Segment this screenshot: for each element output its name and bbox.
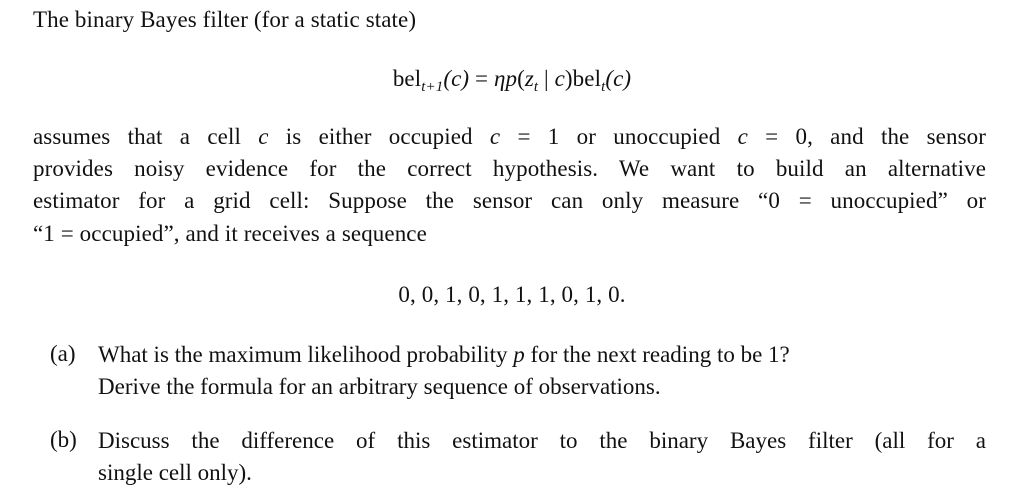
eq-c: c xyxy=(554,66,565,91)
paragraph-line-3: estimator for a grid cell: Suppose the s… xyxy=(33,188,986,213)
paragraph-text: = 0, and the sensor xyxy=(747,124,986,149)
question-a-line-1: What is the maximum likelihood probabili… xyxy=(98,339,986,371)
paragraph-text: assumes that a cell xyxy=(33,124,259,149)
paragraph-line-1: assumes that a cell c is either occupied… xyxy=(33,122,986,152)
eq-bel-lhs: bel xyxy=(392,66,422,91)
question-a-label: (a) xyxy=(50,341,76,366)
eq-bel-lhs-arg: (c) xyxy=(443,66,470,91)
eq-eta: η xyxy=(493,66,506,91)
eq-bel-rhs-arg: (c) xyxy=(605,66,632,91)
eq-open-paren: ( xyxy=(517,66,525,91)
question-text: What is the maximum likelihood probabili… xyxy=(98,342,514,367)
question-a-body: What is the maximum likelihood probabili… xyxy=(98,339,986,403)
paragraph-line-4: “1 = occupied”, and it receives a sequen… xyxy=(33,221,427,246)
question-b-line-2: single cell only). xyxy=(98,460,252,485)
var-c: c xyxy=(737,124,748,149)
eq-bel-lhs-subscript: t+1 xyxy=(421,79,444,95)
eq-given: | xyxy=(538,66,555,91)
eq-p: p xyxy=(505,66,518,91)
observation-sequence: 0, 0, 1, 0, 1, 1, 1, 0, 1, 0. xyxy=(398,282,626,307)
question-a-line-2: Derive the formula for an arbitrary sequ… xyxy=(98,374,661,399)
question-b-body: Discuss the difference of this estimator… xyxy=(98,425,986,489)
paragraph-text: = 1 or unoccupied xyxy=(500,124,738,149)
var-p: p xyxy=(513,342,525,367)
eq-close-paren: ) xyxy=(564,66,573,91)
question-text: for the next reading to be 1? xyxy=(524,342,790,367)
var-c: c xyxy=(489,124,501,149)
paragraph-line-2: provides noisy evidence for the correct … xyxy=(33,156,986,181)
question-b-line-1: Discuss the difference of this estimator… xyxy=(98,428,986,453)
paragraph-text: is either occupied xyxy=(268,124,490,149)
eq-bel-rhs: bel xyxy=(572,66,602,91)
intro-heading: The binary Bayes filter (for a static st… xyxy=(33,7,417,32)
eq-z: z xyxy=(524,66,534,91)
eq-equals: = xyxy=(469,66,494,91)
bayes-filter-equation: belt+1(c) = ηp(zt | c)belt(c) xyxy=(33,64,991,102)
var-c: c xyxy=(258,124,269,149)
question-b-label: (b) xyxy=(50,427,77,452)
